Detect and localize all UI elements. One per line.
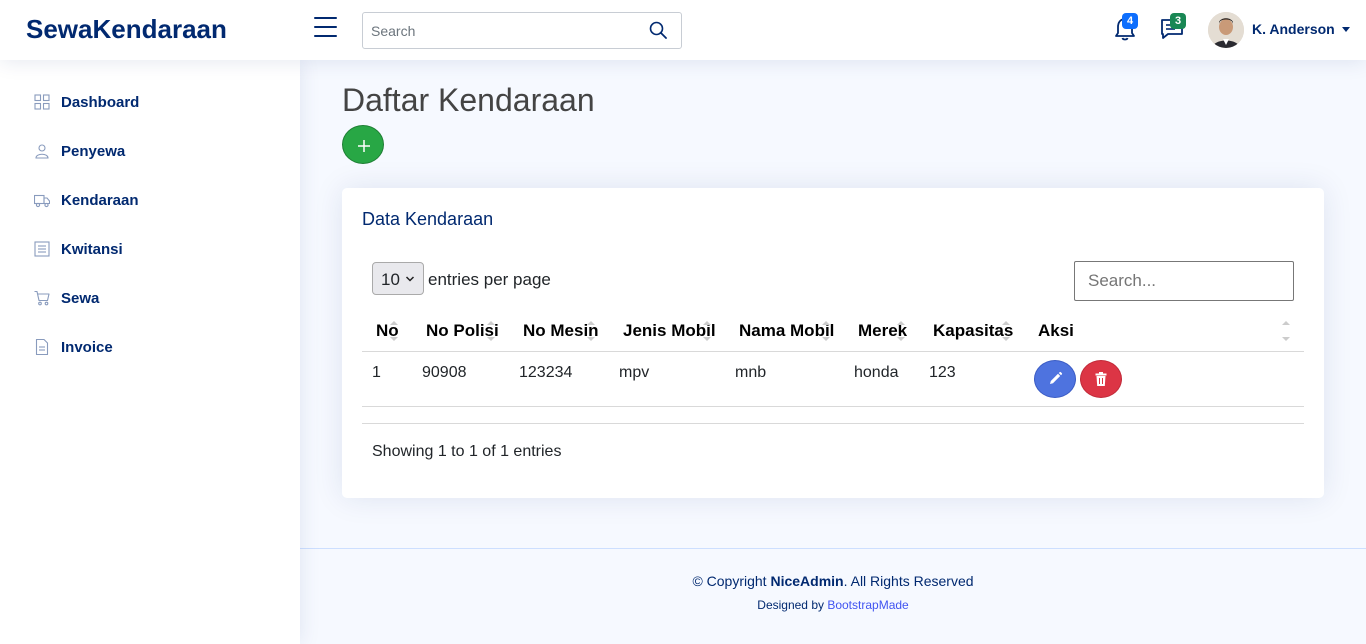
cell-no-mesin: 123234 — [519, 364, 573, 381]
table-bottom-divider — [362, 423, 1304, 424]
cell-kapasitas: 123 — [929, 364, 956, 381]
per-page-value: 10 — [381, 270, 400, 289]
footer: © Copyright NiceAdmin. All Rights Reserv… — [300, 548, 1366, 644]
cart-icon — [34, 290, 50, 306]
toggle-sidebar-button[interactable] — [314, 17, 338, 41]
page-title: Daftar Kendaraan — [342, 82, 595, 118]
sort-icon — [703, 318, 711, 344]
sort-icon — [897, 318, 905, 344]
sidebar-item-invoice[interactable]: Invoice — [20, 327, 280, 367]
sidebar-item-kwitansi[interactable]: Kwitansi — [20, 229, 280, 269]
sidebar-item-penyewa[interactable]: Penyewa — [20, 131, 280, 171]
plus-icon — [358, 140, 370, 152]
sort-icon — [487, 318, 495, 344]
truck-icon — [34, 194, 50, 208]
pagination-info: Showing 1 to 1 of 1 entries — [372, 443, 562, 460]
messages-badge: 3 — [1170, 13, 1187, 29]
notifications-badge: 4 — [1122, 13, 1139, 29]
sidebar-item-kendaraan[interactable]: Kendaraan — [20, 180, 280, 220]
table-row-divider — [362, 406, 1304, 407]
sidebar-item-label: Kwitansi — [61, 241, 123, 258]
cell-no-polisi: 90908 — [422, 364, 467, 381]
copyright: © Copyright NiceAdmin. All Rights Reserv… — [692, 573, 974, 589]
cell-no: 1 — [372, 364, 381, 381]
header-search-input[interactable] — [363, 13, 643, 48]
hamburger-icon — [314, 17, 337, 19]
trash-icon — [1095, 372, 1107, 386]
search-button[interactable] — [649, 21, 669, 41]
table-search-input[interactable] — [1074, 261, 1294, 301]
sidebar: Dashboard Penyewa Kendaraan Kwitansi Sew… — [0, 60, 300, 644]
sort-icon — [587, 318, 595, 344]
card-title: Data Kendaraan — [362, 209, 494, 229]
app-logo[interactable]: SewaKendaraan — [26, 14, 227, 45]
sort-icon — [1002, 318, 1010, 344]
sidebar-item-label: Invoice — [61, 339, 113, 356]
sidebar-item-label: Dashboard — [61, 94, 140, 111]
table-header-divider — [362, 351, 1304, 352]
cell-jenis-mobil: mpv — [619, 364, 650, 381]
entries-per-page-select[interactable]: 10 — [372, 262, 424, 295]
sidebar-item-sewa[interactable]: Sewa — [20, 278, 280, 318]
receipt-icon — [34, 241, 50, 257]
sidebar-item-label: Penyewa — [61, 143, 126, 160]
profile-name[interactable]: K. Anderson — [1252, 21, 1335, 37]
sidebar-item-dashboard[interactable]: Dashboard — [20, 82, 280, 122]
profile-photo-icon — [1208, 12, 1244, 48]
delete-button[interactable] — [1080, 360, 1122, 398]
person-icon — [35, 144, 49, 159]
vehicle-data-card: Data Kendaraan 10 entries per page No No… — [342, 188, 1324, 498]
per-page-label: entries per page — [428, 270, 551, 289]
chevron-down-icon[interactable] — [1342, 27, 1350, 32]
grid-icon — [34, 94, 50, 110]
search-icon — [649, 21, 667, 39]
avatar[interactable] — [1208, 12, 1244, 48]
chevron-down-icon — [405, 276, 415, 282]
credits: Designed by BootstrapMade — [757, 598, 909, 612]
cell-nama-mobil: mnb — [735, 364, 767, 381]
sidebar-item-label: Sewa — [61, 290, 100, 307]
sort-icon — [1282, 318, 1290, 344]
designer-link[interactable]: BootstrapMade — [827, 598, 908, 612]
cell-merek: honda — [854, 364, 899, 381]
column-header-aksi[interactable]: Aksi — [1038, 321, 1074, 341]
header: SewaKendaraan 4 3 K. Anderson — [0, 0, 1366, 60]
column-header-nama-mobil[interactable]: Nama Mobil — [739, 321, 834, 341]
pencil-icon — [1050, 371, 1063, 384]
edit-button[interactable] — [1034, 360, 1076, 398]
sort-icon — [390, 318, 398, 344]
brand-name: NiceAdmin — [770, 573, 844, 589]
column-header-jenis-mobil[interactable]: Jenis Mobil — [623, 321, 716, 341]
file-icon — [35, 339, 49, 355]
sidebar-item-label: Kendaraan — [61, 192, 139, 209]
header-search-form — [362, 12, 682, 49]
sort-icon — [822, 318, 830, 344]
add-vehicle-button[interactable] — [342, 125, 384, 164]
